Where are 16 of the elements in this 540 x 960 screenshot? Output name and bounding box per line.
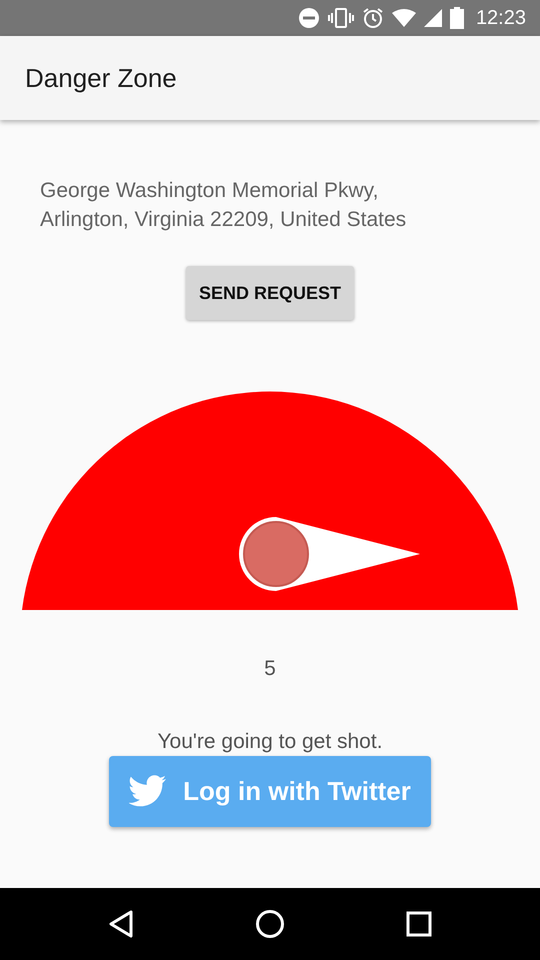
send-request-button[interactable]: SEND REQUEST bbox=[186, 266, 354, 320]
address-text: George Washington Memorial Pkwy, Arlington, Virginia 22209, United States bbox=[40, 179, 406, 231]
app-title: Danger Zone bbox=[25, 62, 177, 94]
back-icon[interactable] bbox=[108, 910, 134, 938]
overview-icon[interactable] bbox=[406, 911, 432, 937]
bird-icon bbox=[129, 775, 168, 807]
battery-icon bbox=[450, 7, 464, 29]
clock-time: 12:23 bbox=[476, 6, 526, 31]
signal-icon bbox=[424, 9, 442, 27]
warning-message: You're going to get shot. bbox=[157, 730, 383, 752]
do-not-disturb-icon bbox=[298, 7, 320, 29]
home-icon[interactable] bbox=[254, 909, 285, 939]
vibrate-icon bbox=[328, 8, 354, 28]
value-text: 5 bbox=[264, 657, 276, 680]
wifi-icon bbox=[392, 9, 416, 27]
alarm-icon bbox=[362, 7, 384, 29]
